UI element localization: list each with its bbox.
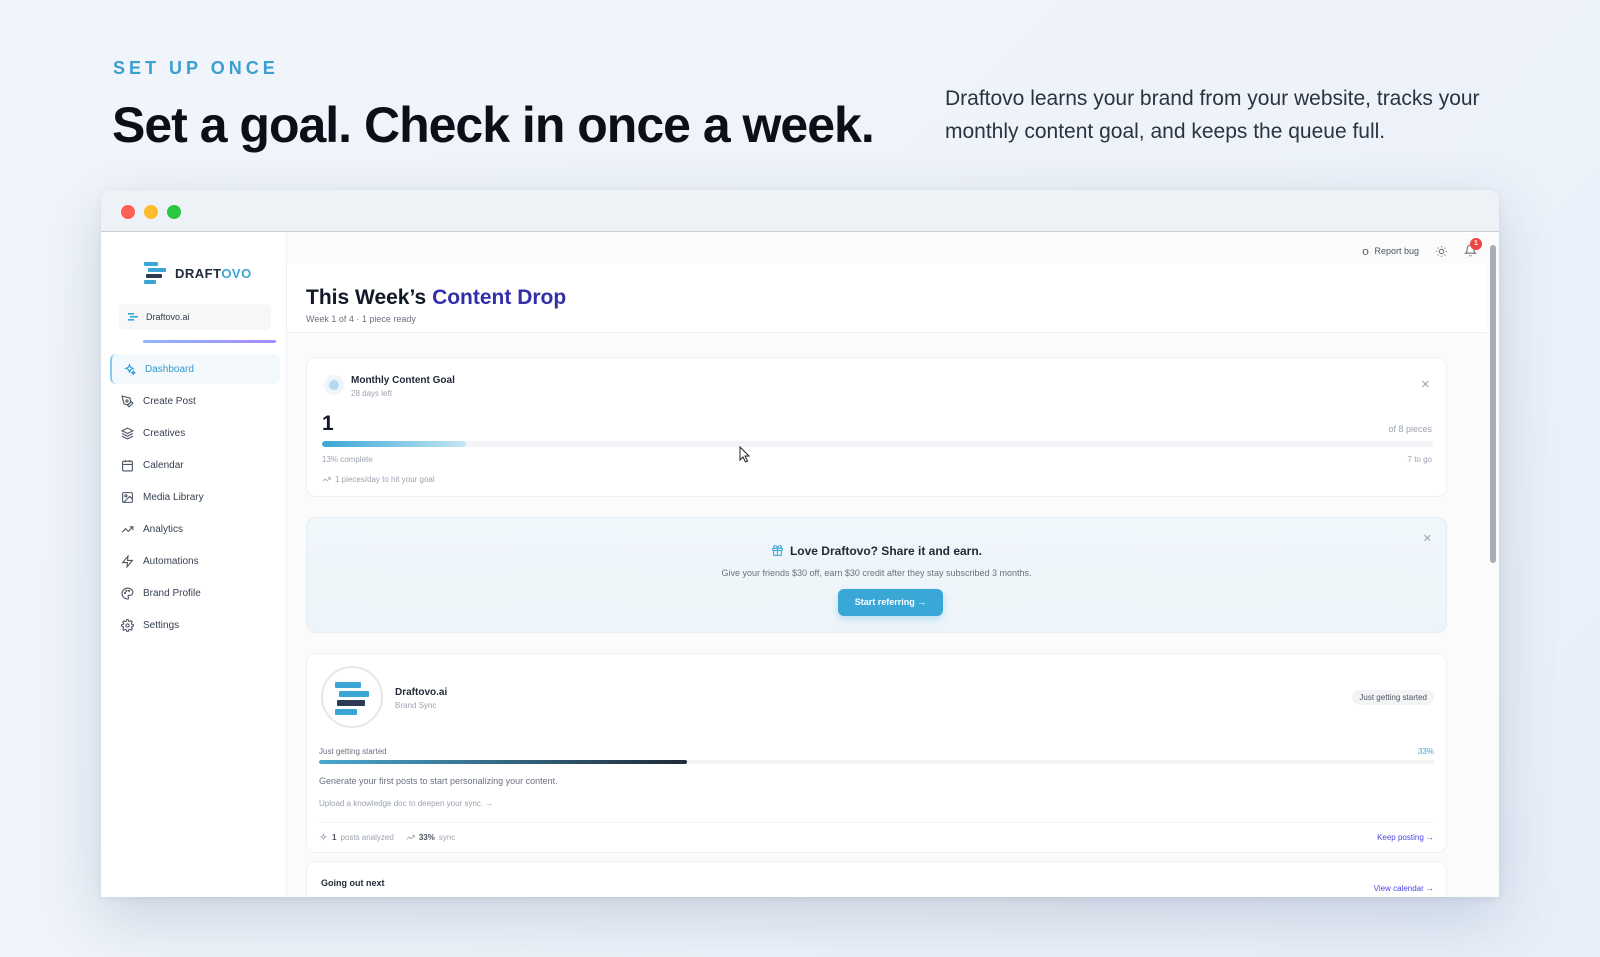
workspace-name: Draftovo.ai <box>146 312 190 322</box>
sync-progress-bar <box>319 760 1435 764</box>
draftovo-logo-icon <box>144 262 166 284</box>
brand-avatar <box>321 666 383 728</box>
brand-stats: 1 posts analyzed 33% sync <box>319 833 455 842</box>
pen-tool-icon <box>121 394 134 408</box>
goal-pace: 1 pieces/day to hit your goal <box>322 475 435 484</box>
logo-text: DRAFTOVO <box>175 265 252 281</box>
start-referring-button[interactable]: Start referring → <box>838 589 943 616</box>
layers-icon <box>121 426 134 440</box>
status-badge: Just getting started <box>1352 690 1434 705</box>
sidebar-item-calendar[interactable]: Calendar <box>110 450 280 480</box>
gear-icon <box>121 618 134 632</box>
window-maximize-button[interactable] <box>167 205 181 219</box>
hero-description: Draftovo learns your brand from your web… <box>945 87 1480 143</box>
upload-knowledge-link[interactable]: Upload a knowledge doc to deepen your sy… <box>319 799 493 808</box>
goal-to-go: 7 to go <box>1407 455 1432 464</box>
page-header: This Week’s Content Drop Week 1 of 4 · 1… <box>287 263 1487 333</box>
trending-up-icon <box>406 835 415 840</box>
top-bar: Report bug 1 <box>1361 237 1482 263</box>
divider <box>319 822 1435 823</box>
sidebar-item-creatives[interactable]: Creatives <box>110 418 280 448</box>
workspace-selector[interactable]: Draftovo.ai <box>119 304 271 330</box>
palette-icon <box>121 587 134 599</box>
goal-count: 1 <box>322 412 334 435</box>
calendar-icon <box>122 459 133 471</box>
workspace-divider <box>143 340 276 343</box>
sidebar-item-label: Settings <box>143 619 180 631</box>
sidebar-item-dashboard[interactable]: Dashboard <box>110 354 280 384</box>
gift-icon <box>772 545 783 556</box>
sidebar-item-label: Creatives <box>143 427 186 439</box>
window-close-button[interactable] <box>121 205 135 219</box>
brand-sync-card: Draftovo.ai Brand Sync Just getting star… <box>306 653 1447 853</box>
goal-icon <box>324 375 344 395</box>
brand-name: Draftovo.ai <box>395 687 448 698</box>
sync-progress-fill <box>319 760 688 764</box>
notification-count-badge: 1 <box>1470 237 1482 250</box>
sidebar-item-label: Automations <box>143 555 199 567</box>
page-subtitle: Week 1 of 4 · 1 piece ready <box>306 314 416 324</box>
sidebar-item-analytics[interactable]: Analytics <box>110 514 280 544</box>
mouse-cursor-icon <box>739 446 751 463</box>
report-bug-button[interactable]: Report bug <box>1361 246 1419 256</box>
goal-total: of 8 pieces <box>1388 424 1432 434</box>
sidebar-item-label: Media Library <box>143 491 204 503</box>
sidebar-nav: Dashboard Create Post Creatives Calendar… <box>110 354 280 642</box>
view-calendar-link[interactable]: View calendar → <box>1374 884 1434 893</box>
goal-title: Monthly Content Goal <box>351 375 455 386</box>
hero-title: Set a goal. Check in once a week. <box>112 97 875 153</box>
sidebar-item-label: Create Post <box>143 395 196 407</box>
referral-banner: ✕ Love Draftovo? Share it and earn. Give… <box>306 517 1447 633</box>
posts-analyzed-stat: 1 posts analyzed <box>319 833 394 842</box>
window-minimize-button[interactable] <box>144 205 158 219</box>
sidebar-item-label: Analytics <box>143 523 184 535</box>
main-scrollbar[interactable] <box>1489 233 1497 897</box>
sidebar-item-label: Brand Profile <box>143 587 201 599</box>
sidebar-item-label: Dashboard <box>145 363 194 375</box>
brand-subtitle: Brand Sync <box>395 701 437 710</box>
goal-progress-bar <box>322 441 1433 447</box>
app-window: DRAFTOVO Draftovo.ai Dashboard Create Po… <box>101 190 1499 897</box>
sidebar-item-automations[interactable]: Automations <box>110 546 280 576</box>
sun-icon[interactable] <box>1435 245 1448 258</box>
scrollbar-thumb[interactable] <box>1490 245 1496 563</box>
image-plus-icon <box>122 491 133 503</box>
app-logo[interactable]: DRAFTOVO <box>143 260 252 286</box>
page-title: This Week’s Content Drop <box>306 286 567 309</box>
hero-eyebrow: SET UP ONCE <box>113 58 279 78</box>
sync-hint: Generate your first posts to start perso… <box>319 776 558 786</box>
main-content: Report bug 1 This Week’s Content Drop We… <box>287 233 1499 897</box>
bug-icon <box>1362 248 1370 255</box>
sparkles-icon <box>319 833 328 841</box>
goal-percent: 13% complete <box>322 455 373 464</box>
sparkles-icon <box>124 362 136 376</box>
going-out-next-card: Going out next View calendar → <box>306 861 1447 897</box>
lightning-icon <box>121 554 134 568</box>
referral-description: Give your friends $30 off, earn $30 cred… <box>721 568 1032 578</box>
goal-days-left: 28 days left <box>351 389 392 398</box>
window-titlebar <box>101 190 1499 232</box>
sidebar-item-settings[interactable]: Settings <box>110 610 280 640</box>
sidebar-item-label: Calendar <box>143 459 184 471</box>
notifications-button[interactable]: 1 <box>1463 237 1482 259</box>
report-bug-label: Report bug <box>1374 246 1419 256</box>
sync-percent: 33% <box>1417 747 1434 756</box>
close-icon[interactable]: ✕ <box>1421 378 1430 391</box>
sidebar-item-brand-profile[interactable]: Brand Profile <box>110 578 280 608</box>
goal-progress-fill <box>322 441 467 447</box>
sync-level: Just getting started <box>319 747 387 756</box>
sidebar: DRAFTOVO Draftovo.ai Dashboard Create Po… <box>101 233 287 897</box>
draftovo-logo-icon <box>335 682 369 715</box>
going-out-next-title: Going out next <box>321 878 385 888</box>
sidebar-item-media-library[interactable]: Media Library <box>110 482 280 512</box>
monthly-goal-card: Monthly Content Goal 28 days left ✕ 1 of… <box>306 357 1447 497</box>
referral-title: Love Draftovo? Share it and earn. <box>307 544 1446 558</box>
trending-up-icon <box>322 477 331 482</box>
sidebar-item-create-post[interactable]: Create Post <box>110 386 280 416</box>
sync-stat: 33% sync <box>406 833 455 842</box>
keep-posting-link[interactable]: Keep posting → <box>1377 833 1434 842</box>
trending-up-icon <box>121 525 134 533</box>
workspace-icon <box>128 313 138 321</box>
